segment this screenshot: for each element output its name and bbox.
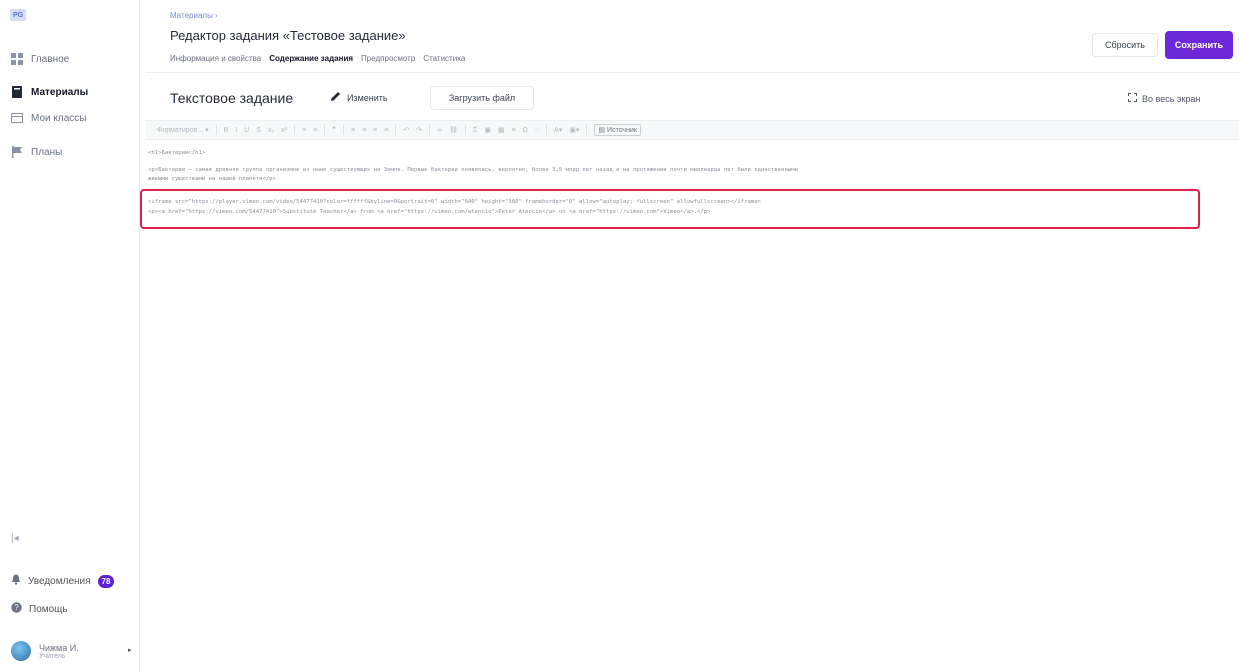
- sidebar-item-label: Материалы: [31, 86, 89, 98]
- toolbar-separator: [546, 125, 548, 135]
- editor-line[interactable]: <h1>Бактерии</h1>: [148, 150, 205, 156]
- help-icon: ?: [11, 602, 22, 616]
- text-color-button[interactable]: A▾: [554, 126, 562, 134]
- special-char-button[interactable]: Ω: [523, 127, 528, 134]
- sidebar: PG Главное Материалы Мои классы Планы |◂…: [0, 0, 140, 671]
- tab-bar: Информация и свойства Содержание задания…: [170, 54, 465, 63]
- avatar: [11, 641, 31, 661]
- iframe-button[interactable]: ◌: [535, 127, 539, 134]
- source-icon: ▤: [598, 127, 606, 134]
- header-divider: [146, 72, 1239, 73]
- notifications-label: Уведомления: [28, 575, 91, 587]
- editor-toolbar: Форматиров... ▾ B I U S x₂ x² ≡ ≡ ❞ ≡ ≡ …: [146, 120, 1239, 140]
- page-title: Редактор задания «Тестовое задание»: [170, 28, 406, 43]
- toolbar-separator: [586, 125, 588, 135]
- expand-icon: [1128, 93, 1137, 104]
- breadcrumb[interactable]: Материалы ›: [170, 11, 218, 20]
- user-role: Учитель: [39, 652, 66, 660]
- toolbar-separator: [324, 125, 326, 135]
- toolbar-separator: [465, 125, 466, 135]
- user-menu[interactable]: Чижма И. Учитель: [11, 641, 79, 661]
- link-button[interactable]: ∞: [437, 127, 442, 134]
- superscript-button[interactable]: x²: [281, 127, 287, 134]
- collapse-sidebar-button[interactable]: |◂: [11, 533, 19, 544]
- redo-button[interactable]: ↷: [416, 126, 422, 134]
- help-button[interactable]: ? Помощь: [11, 602, 68, 616]
- quote-button[interactable]: ❞: [332, 126, 336, 134]
- toolbar-separator: [395, 125, 397, 135]
- book-icon: [11, 86, 23, 98]
- sidebar-item-plans[interactable]: Планы: [11, 146, 62, 158]
- dashboard-icon: [11, 53, 23, 65]
- subscript-button[interactable]: x₂: [268, 127, 274, 134]
- reset-button[interactable]: Сбросить: [1092, 33, 1158, 57]
- align-justify-button[interactable]: ≡: [384, 127, 388, 134]
- image-button[interactable]: ▣: [484, 126, 491, 134]
- highlight-box: [140, 189, 1200, 229]
- bullet-list-button[interactable]: ≡: [313, 127, 317, 134]
- format-dropdown[interactable]: Форматиров... ▾: [157, 126, 209, 134]
- tab-content[interactable]: Содержание задания: [269, 54, 353, 63]
- align-right-button[interactable]: ≡: [373, 127, 377, 134]
- fullscreen-label: Во весь экран: [1142, 93, 1201, 104]
- tab-preview[interactable]: Предпросмотр: [361, 54, 415, 63]
- toolbar-separator: [294, 125, 296, 135]
- hr-button[interactable]: ≡: [512, 127, 516, 134]
- sidebar-item-materials[interactable]: Материалы: [11, 86, 88, 98]
- upload-file-button[interactable]: Загрузить файл: [430, 86, 534, 110]
- tab-info[interactable]: Информация и свойства: [170, 54, 261, 63]
- sidebar-item-label: Мои классы: [31, 112, 87, 124]
- help-label: Помощь: [29, 603, 68, 615]
- unlink-button[interactable]: ⛓: [449, 126, 458, 134]
- table-button[interactable]: ▦: [498, 126, 505, 134]
- fullscreen-button[interactable]: Во весь экран: [1128, 93, 1200, 104]
- underline-button[interactable]: U: [244, 127, 249, 134]
- task-title: Текстовое задание: [170, 90, 294, 106]
- caret-right-icon[interactable]: ▸: [128, 646, 132, 654]
- undo-button[interactable]: ↶: [403, 126, 409, 134]
- toolbar-separator: [429, 125, 431, 135]
- pencil-icon: [330, 91, 341, 104]
- align-left-button[interactable]: ≡: [351, 127, 355, 134]
- app-logo[interactable]: PG: [10, 9, 26, 21]
- bell-icon: [11, 574, 21, 588]
- notifications-badge: 78: [97, 574, 115, 588]
- strike-button[interactable]: S: [256, 127, 261, 134]
- editor-line[interactable]: живыми существами на нашей планете</p>: [148, 176, 276, 182]
- edit-button[interactable]: Изменить: [330, 91, 388, 104]
- flag-icon: [11, 146, 23, 158]
- edit-label: Изменить: [347, 92, 388, 103]
- align-center-button[interactable]: ≡: [362, 127, 366, 134]
- notifications-button[interactable]: Уведомления 78: [11, 574, 115, 588]
- toolbar-separator: [342, 125, 344, 135]
- formula-button[interactable]: Σ: [473, 127, 477, 134]
- editor-line[interactable]: <p>Бактерии — самая древняя группа орган…: [148, 167, 1238, 173]
- bg-color-button[interactable]: ▣▾: [569, 126, 579, 134]
- numbered-list-button[interactable]: ≡: [302, 127, 306, 134]
- sidebar-item-home[interactable]: Главное: [11, 53, 69, 65]
- sidebar-item-label: Главное: [31, 53, 70, 65]
- class-icon: [11, 112, 23, 124]
- italic-button[interactable]: I: [235, 127, 237, 134]
- save-button[interactable]: Сохранить: [1165, 31, 1233, 59]
- sidebar-item-classes[interactable]: Мои классы: [11, 112, 86, 124]
- sidebar-item-label: Планы: [31, 146, 63, 158]
- source-button[interactable]: ▤ Источник: [594, 124, 641, 136]
- bold-button[interactable]: B: [224, 127, 229, 134]
- toolbar-separator: [215, 125, 217, 135]
- tab-statistics[interactable]: Статистика: [423, 54, 465, 63]
- svg-text:?: ?: [14, 603, 19, 612]
- user-name: Чижма И.: [39, 642, 79, 653]
